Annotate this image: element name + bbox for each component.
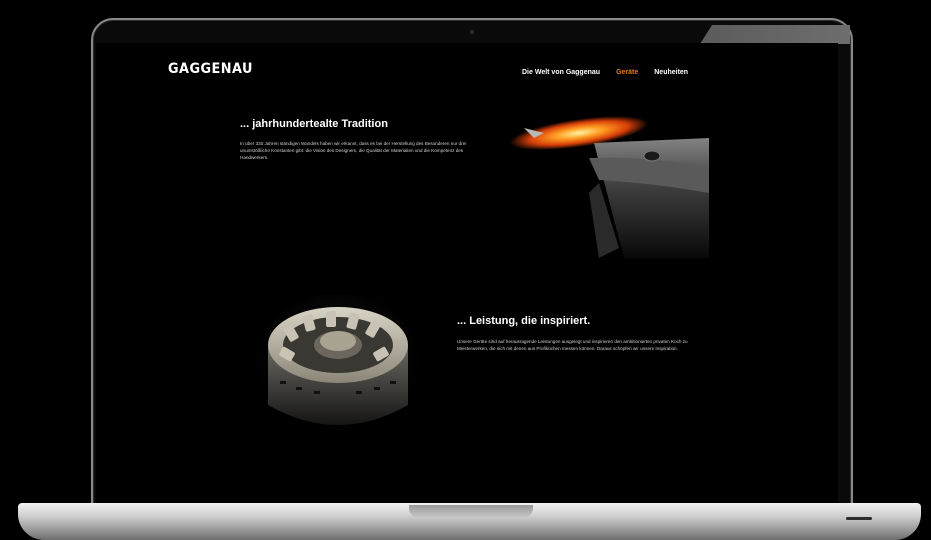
anvil-forge-image xyxy=(504,98,709,258)
section-text-tradition: In über 330 Jahren ständigen Wandels hab… xyxy=(240,141,467,160)
camera-dot xyxy=(470,30,474,34)
section-text-leistung: Unsere Geräte sind auf herausragende Lei… xyxy=(457,339,688,351)
laptop-mockup: GAGGENAU Die Welt von Gaggenau Geräte Ne… xyxy=(0,0,931,540)
screen: GAGGENAU Die Welt von Gaggenau Geräte Ne… xyxy=(96,43,838,505)
section-heading-leistung: ... Leistung, die inspiriert. xyxy=(457,315,591,327)
brand-logo[interactable]: GAGGENAU xyxy=(168,61,253,77)
laptop-notch xyxy=(409,505,533,518)
laptop-indicator xyxy=(846,517,872,520)
section-heading-tradition: ... jahrhundertealte Tradition xyxy=(240,118,388,130)
screen-glare xyxy=(700,25,850,44)
nav-item-neuheiten[interactable]: Neuheiten xyxy=(654,69,688,76)
nav-item-welt[interactable]: Die Welt von Gaggenau xyxy=(522,69,600,76)
gas-burner-image xyxy=(256,295,421,445)
nav-item-geraete[interactable]: Geräte xyxy=(616,69,638,76)
main-nav: Die Welt von Gaggenau Geräte Neuheiten xyxy=(522,69,688,76)
